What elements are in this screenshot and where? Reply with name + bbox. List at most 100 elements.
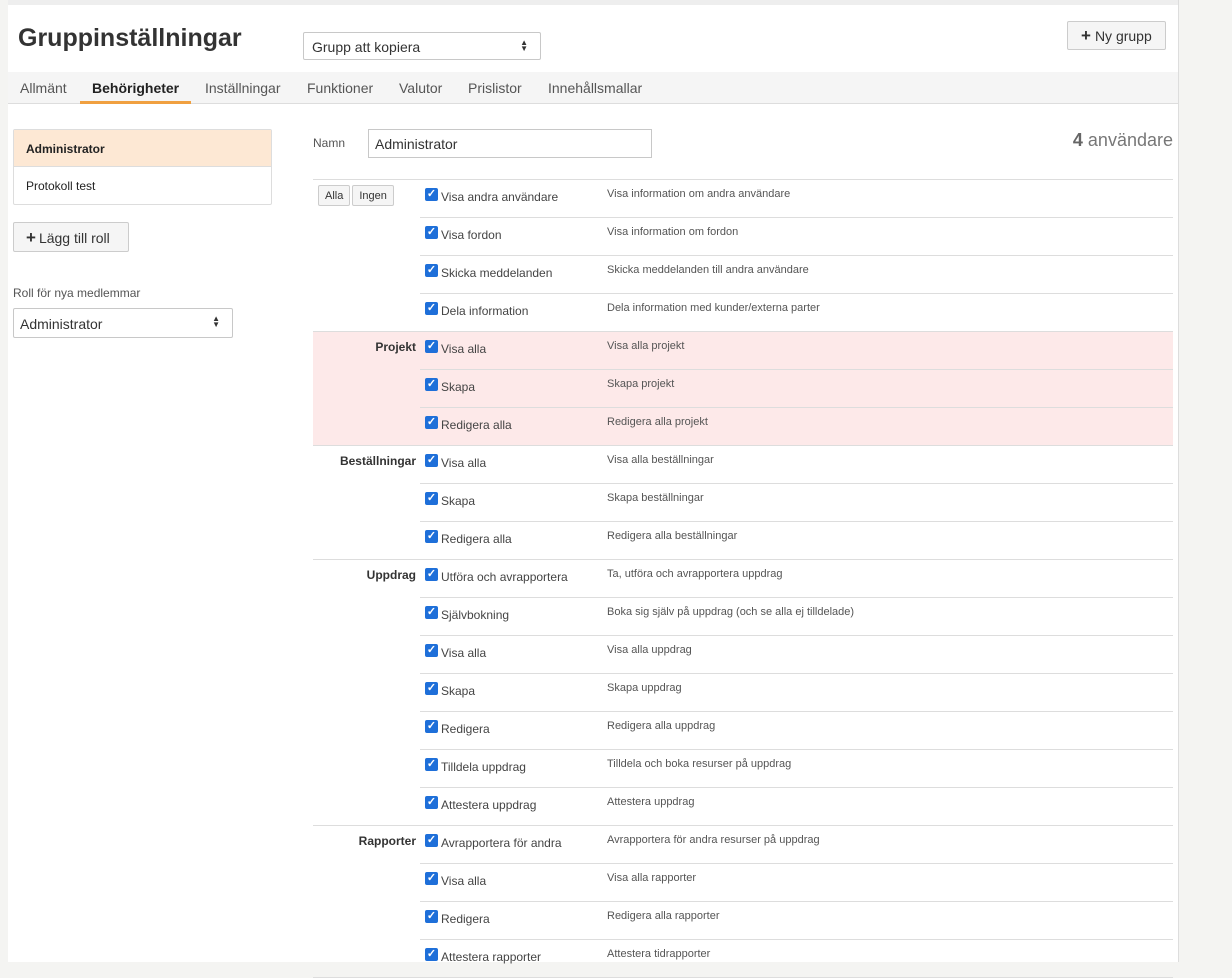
permission-label[interactable]: Skicka meddelanden — [441, 266, 552, 280]
permission-group: Beställningar ✓ Visa alla Visa alla beställ… — [313, 446, 1173, 560]
permission-group-name: Uppdrag — [366, 568, 416, 582]
permission-row: ✓ Dela information Dela information med ku… — [420, 294, 1173, 331]
permission-label[interactable]: Självbokning — [441, 608, 509, 622]
permission-row: ✓ Skicka meddelanden Skicka meddelanden ti… — [420, 256, 1173, 294]
permission-label[interactable]: Skapa — [441, 380, 475, 394]
permission-checkbox[interactable]: ✓ — [425, 834, 438, 847]
select-arrows-icon: ▲ ▼ — [520, 38, 528, 53]
permission-checkbox[interactable]: ✓ — [425, 416, 438, 429]
permission-description: Redigera alla beställningar — [607, 530, 738, 542]
permission-description: Redigera alla rapporter — [607, 910, 720, 922]
permission-label[interactable]: Tilldela uppdrag — [441, 760, 526, 774]
permission-row: ✓ Attestera rapporter Attestera tidrapport… — [420, 940, 1173, 977]
permission-checkbox[interactable]: ✓ — [425, 758, 438, 771]
permission-label[interactable]: Skapa — [441, 494, 475, 508]
permission-description: Skapa projekt — [607, 378, 675, 390]
tab-bar: Allmänt Behörigheter Inställningar Funkt… — [8, 72, 1178, 104]
permission-checkbox[interactable]: ✓ — [425, 454, 438, 467]
permission-description: Boka sig själv på uppdrag (och se alla e… — [607, 606, 855, 618]
permission-label[interactable]: Redigera — [441, 722, 490, 736]
role-list: Administrator Protokoll test — [13, 129, 272, 205]
permission-row: ✓ Redigera Redigera alla rapporter — [420, 902, 1173, 940]
user-count: 4 användare — [1073, 130, 1173, 151]
permission-checkbox[interactable]: ✓ — [425, 948, 438, 961]
tab-currencies[interactable]: Valutor — [399, 80, 442, 96]
permission-label[interactable]: Visa fordon — [441, 228, 502, 242]
permission-label[interactable]: Redigera alla — [441, 532, 512, 546]
role-item-protocol-test[interactable]: Protokoll test — [14, 167, 271, 204]
permission-group-name: Beställningar — [339, 454, 416, 468]
permission-description: Visa alla projekt — [607, 340, 685, 352]
permission-label[interactable]: Visa alla — [441, 342, 486, 356]
permissions-table: Alla Ingen ✓ Visa andra användare Visa infor… — [313, 179, 1173, 978]
permission-row: ✓ Visa alla Visa alla beställningar — [420, 446, 1173, 484]
permission-description: Attestera tidrapporter — [607, 948, 711, 960]
permission-row: ✓ Attestera uppdrag Attestera uppdrag — [420, 788, 1173, 825]
permission-description: Ta, utföra och avrapportera uppdrag — [607, 568, 783, 580]
permission-checkbox[interactable]: ✓ — [425, 340, 438, 353]
default-role-select[interactable]: Administrator ▲ ▼ — [13, 308, 233, 338]
add-role-button[interactable]: + Lägg till roll — [13, 222, 129, 252]
permission-label[interactable]: Dela information — [441, 304, 528, 318]
permission-label[interactable]: Visa alla — [441, 456, 486, 470]
permission-checkbox[interactable]: ✓ — [425, 872, 438, 885]
permission-row: ✓ Självbokning Boka sig själv på uppdrag (… — [420, 598, 1173, 636]
select-all-button[interactable]: Alla — [318, 185, 351, 206]
page-title: Gruppinställningar — [18, 24, 242, 52]
permission-checkbox[interactable]: ✓ — [425, 378, 438, 391]
permission-label[interactable]: Visa alla — [441, 646, 486, 660]
permission-label[interactable]: Redigera alla — [441, 418, 512, 432]
permission-checkbox[interactable]: ✓ — [425, 910, 438, 923]
tab-general[interactable]: Allmänt — [20, 80, 67, 96]
tab-settings[interactable]: Inställningar — [205, 80, 281, 96]
tab-permissions[interactable]: Behörigheter — [92, 80, 179, 96]
permission-checkbox[interactable]: ✓ — [425, 530, 438, 543]
permission-description: Visa alla rapporter — [607, 872, 697, 884]
permission-description: Skicka meddelanden till andra användare — [607, 264, 809, 276]
permission-checkbox[interactable]: ✓ — [425, 796, 438, 809]
role-item-administrator[interactable]: Administrator — [14, 130, 271, 167]
active-tab-indicator — [80, 101, 191, 104]
permission-checkbox[interactable]: ✓ — [425, 264, 438, 277]
permission-checkbox[interactable]: ✓ — [425, 492, 438, 505]
permission-checkbox[interactable]: ✓ — [425, 568, 438, 581]
permission-row: ✓ Visa andra användare Visa information om… — [420, 180, 1173, 218]
permission-label[interactable]: Visa andra användare — [441, 190, 558, 204]
permission-checkbox[interactable]: ✓ — [425, 720, 438, 733]
permission-label[interactable]: Redigera — [441, 912, 490, 926]
permission-checkbox[interactable]: ✓ — [425, 302, 438, 315]
permission-checkbox[interactable]: ✓ — [425, 682, 438, 695]
permission-label[interactable]: Skapa — [441, 684, 475, 698]
permission-row: ✓ Redigera Redigera alla uppdrag — [420, 712, 1173, 750]
permission-description: Redigera alla uppdrag — [607, 720, 716, 732]
permission-row: ✓ Visa alla Visa alla uppdrag — [420, 636, 1173, 674]
permission-row: ✓ Utföra och avrapportera Ta, utföra och a… — [420, 560, 1173, 598]
permission-label[interactable]: Utföra och avrapportera — [441, 570, 568, 584]
name-label: Namn — [313, 136, 346, 150]
permission-checkbox[interactable]: ✓ — [425, 226, 438, 239]
permission-checkbox[interactable]: ✓ — [425, 188, 438, 201]
permission-group: Uppdrag ✓ Utföra och avrapportera Ta, utför… — [313, 560, 1173, 826]
permission-label[interactable]: Avrapportera för andra — [441, 836, 562, 850]
permission-label[interactable]: Attestera uppdrag — [441, 798, 536, 812]
permission-group: Alla Ingen ✓ Visa andra användare Visa infor… — [313, 180, 1173, 332]
permission-checkbox[interactable]: ✓ — [425, 644, 438, 657]
new-group-button[interactable]: + Ny grupp — [1067, 21, 1166, 50]
tab-price-lists[interactable]: Prislistor — [468, 80, 522, 96]
permission-description: Skapa beställningar — [607, 492, 704, 504]
default-role-value: Administrator — [20, 316, 103, 332]
permission-description: Redigera alla projekt — [607, 416, 708, 428]
permission-row: ✓ Redigera alla Redigera alla beställninga… — [420, 522, 1173, 559]
permission-label[interactable]: Visa alla — [441, 874, 486, 888]
permission-checkbox[interactable]: ✓ — [425, 606, 438, 619]
tab-content-templates[interactable]: Innehållsmallar — [548, 80, 642, 96]
settings-page: Gruppinställningar Grupp att kopiera ▲ ▼ … — [8, 0, 1179, 978]
permission-description: Attestera uppdrag — [607, 796, 695, 808]
select-none-button[interactable]: Ingen — [352, 185, 394, 206]
tab-functions[interactable]: Funktioner — [307, 80, 373, 96]
copy-group-select[interactable]: Grupp att kopiera ▲ ▼ — [303, 32, 541, 60]
add-role-label: Lägg till roll — [38, 230, 110, 246]
role-name-input[interactable] — [368, 129, 652, 158]
copy-group-select-value: Grupp att kopiera — [312, 39, 421, 55]
permission-description: Visa alla uppdrag — [607, 644, 692, 656]
